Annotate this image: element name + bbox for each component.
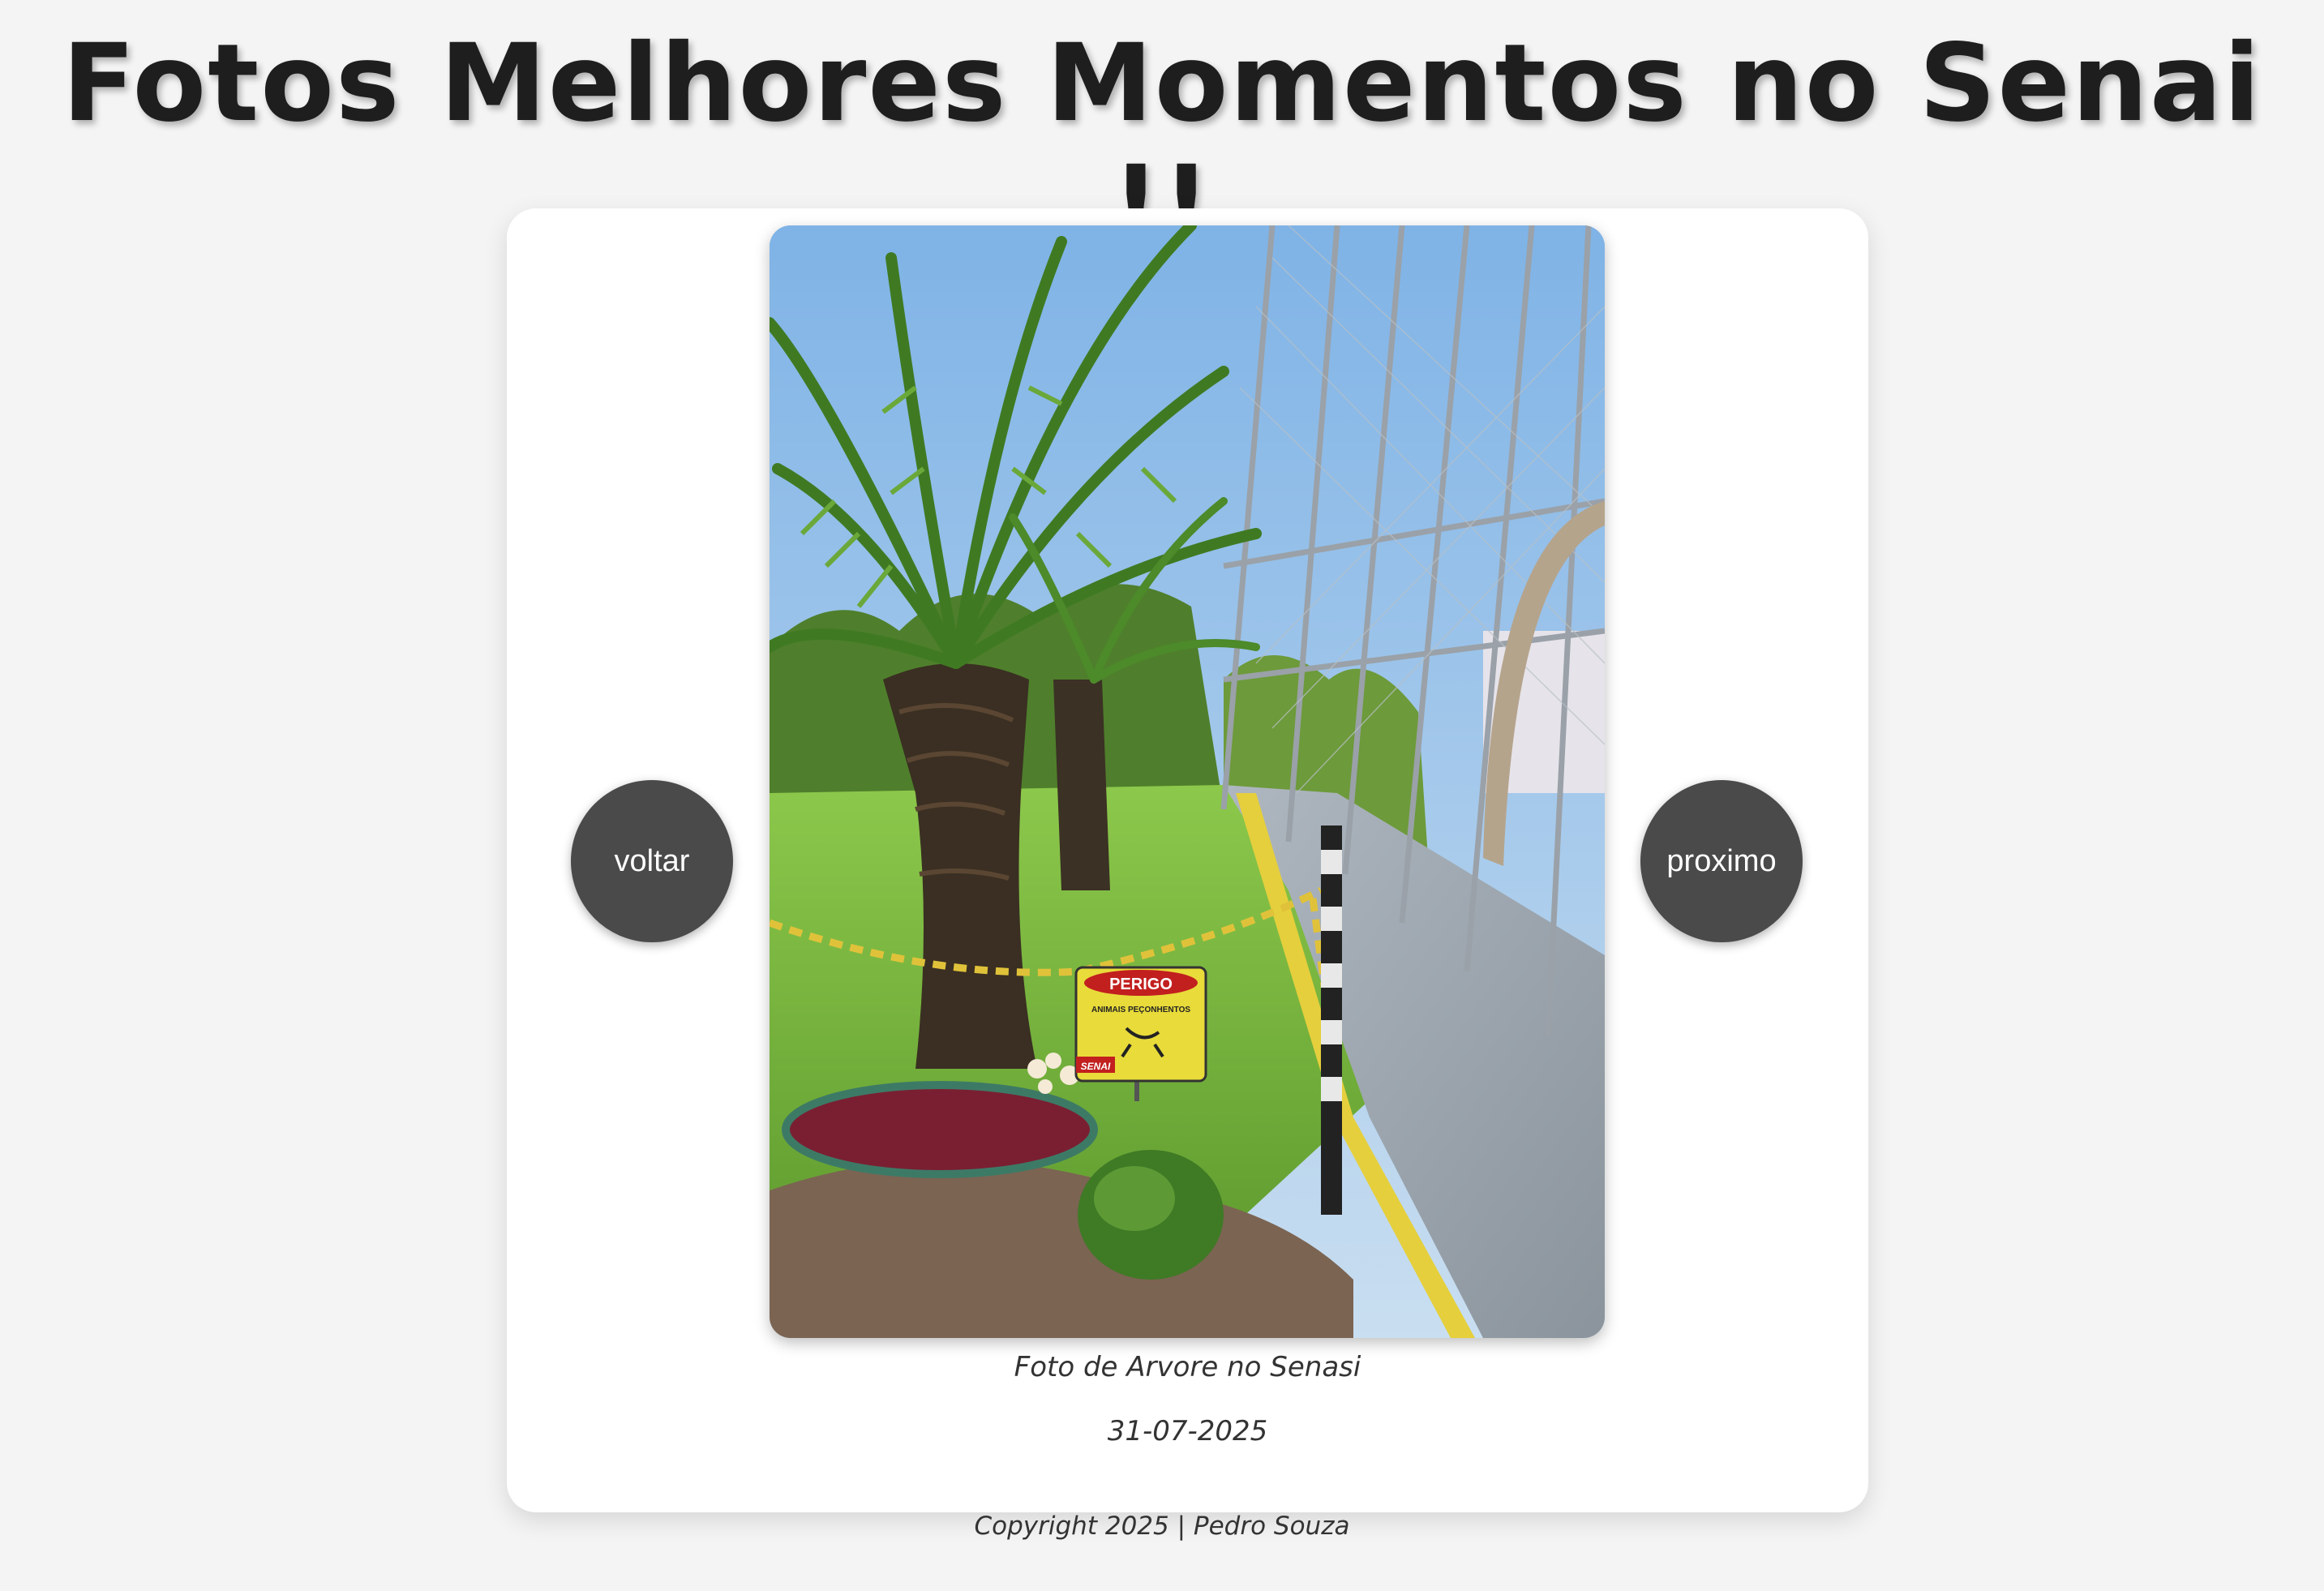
sign-brand: SENAI bbox=[1081, 1061, 1111, 1072]
photo-date: 31-07-2025 bbox=[1107, 1415, 1268, 1447]
sign-text: ANIMAIS PEÇONHENTOS bbox=[1091, 1006, 1190, 1014]
photo-caption: Foto de Arvore no Senasi bbox=[1014, 1351, 1361, 1383]
prev-button[interactable]: voltar bbox=[571, 780, 733, 942]
footer-copyright: Copyright 2025 | Pedro Souza bbox=[974, 1512, 1350, 1541]
sign-title: PERIGO bbox=[1109, 976, 1173, 993]
next-button[interactable]: proximo bbox=[1640, 780, 1803, 942]
gallery-photo: PERIGO ANIMAIS PEÇONHENTOS SENAI bbox=[770, 225, 1605, 1338]
